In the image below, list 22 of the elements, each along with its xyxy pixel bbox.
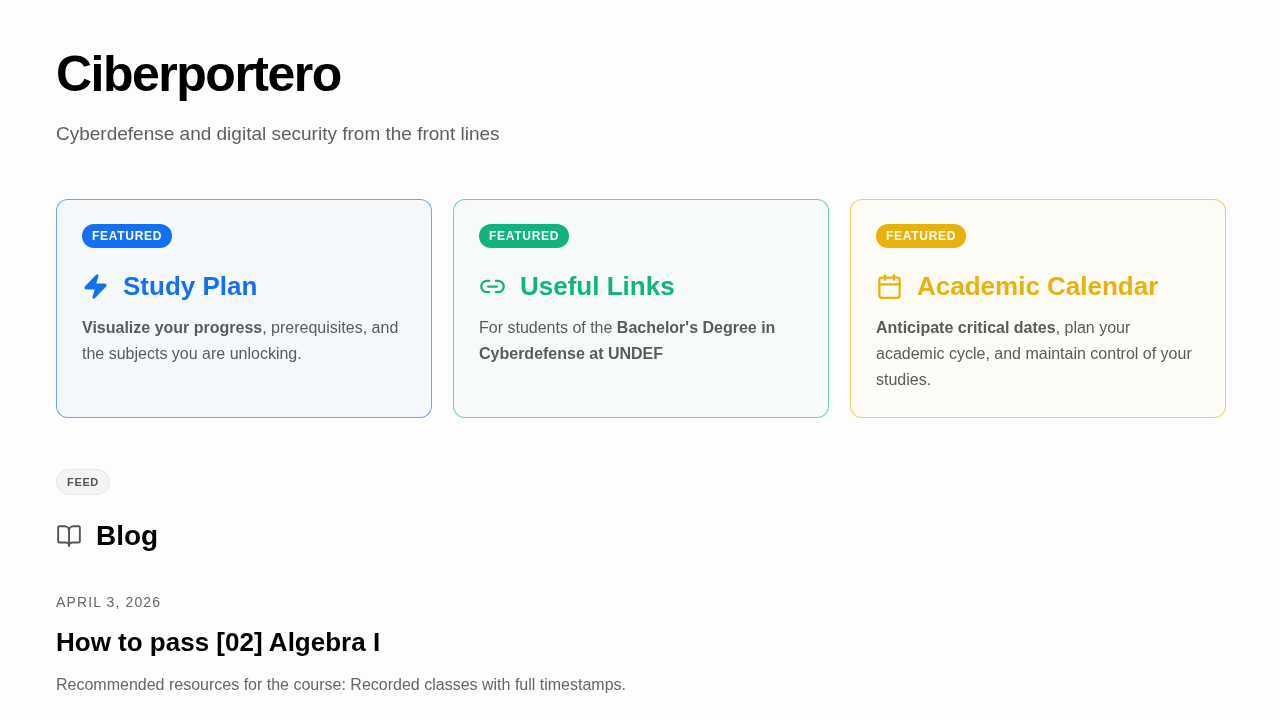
featured-badge: FEATURED <box>479 224 570 248</box>
card-description: Anticipate critical dates, plan your academic cycle, and maintain control of your studies. <box>876 318 1193 390</box>
feature-card[interactable]: FEATURED Study Plan Visualize your progress, prerequisites, and the subjects you are unlocking. <box>56 199 432 418</box>
feature-card[interactable]: FEATURED Academic Calendar Anticipate critical dates, plan your academic cycle, and maintain control of your studies. <box>850 199 1226 418</box>
calendar-icon <box>876 272 903 300</box>
site-tagline: Cyberdefense and digital security from the front lines <box>56 122 500 146</box>
card-title: Academic Calendar <box>917 270 1159 303</box>
featured-badge: FEATURED <box>82 224 173 248</box>
card-title: Useful Links <box>520 270 675 303</box>
post-title-link[interactable]: How to pass [02] Algebra I <box>56 625 381 659</box>
card-title: Study Plan <box>123 270 258 303</box>
card-description: For students of the Bachelor's Degree in Cyberdefense at UNDEF <box>479 318 777 364</box>
book-icon <box>56 523 82 549</box>
post-summary: Recommended resources for the course: Recorded classes with full timestamps. <box>56 675 626 695</box>
site-title: Ciberportero <box>56 46 341 102</box>
post-date: APRIL 3, 2026 <box>56 593 162 612</box>
card-description: Visualize your progress, prerequisites, and the subjects you are unlocking. <box>82 318 400 364</box>
feature-card[interactable]: FEATURED Useful Links For students of the Bachelor's Degree in Cyberdefense at UNDEF <box>453 199 829 418</box>
lightning-bolt-icon <box>82 272 109 300</box>
feed-badge: FEED <box>56 469 110 495</box>
featured-badge: FEATURED <box>876 224 967 248</box>
section-heading: Blog <box>96 519 159 553</box>
